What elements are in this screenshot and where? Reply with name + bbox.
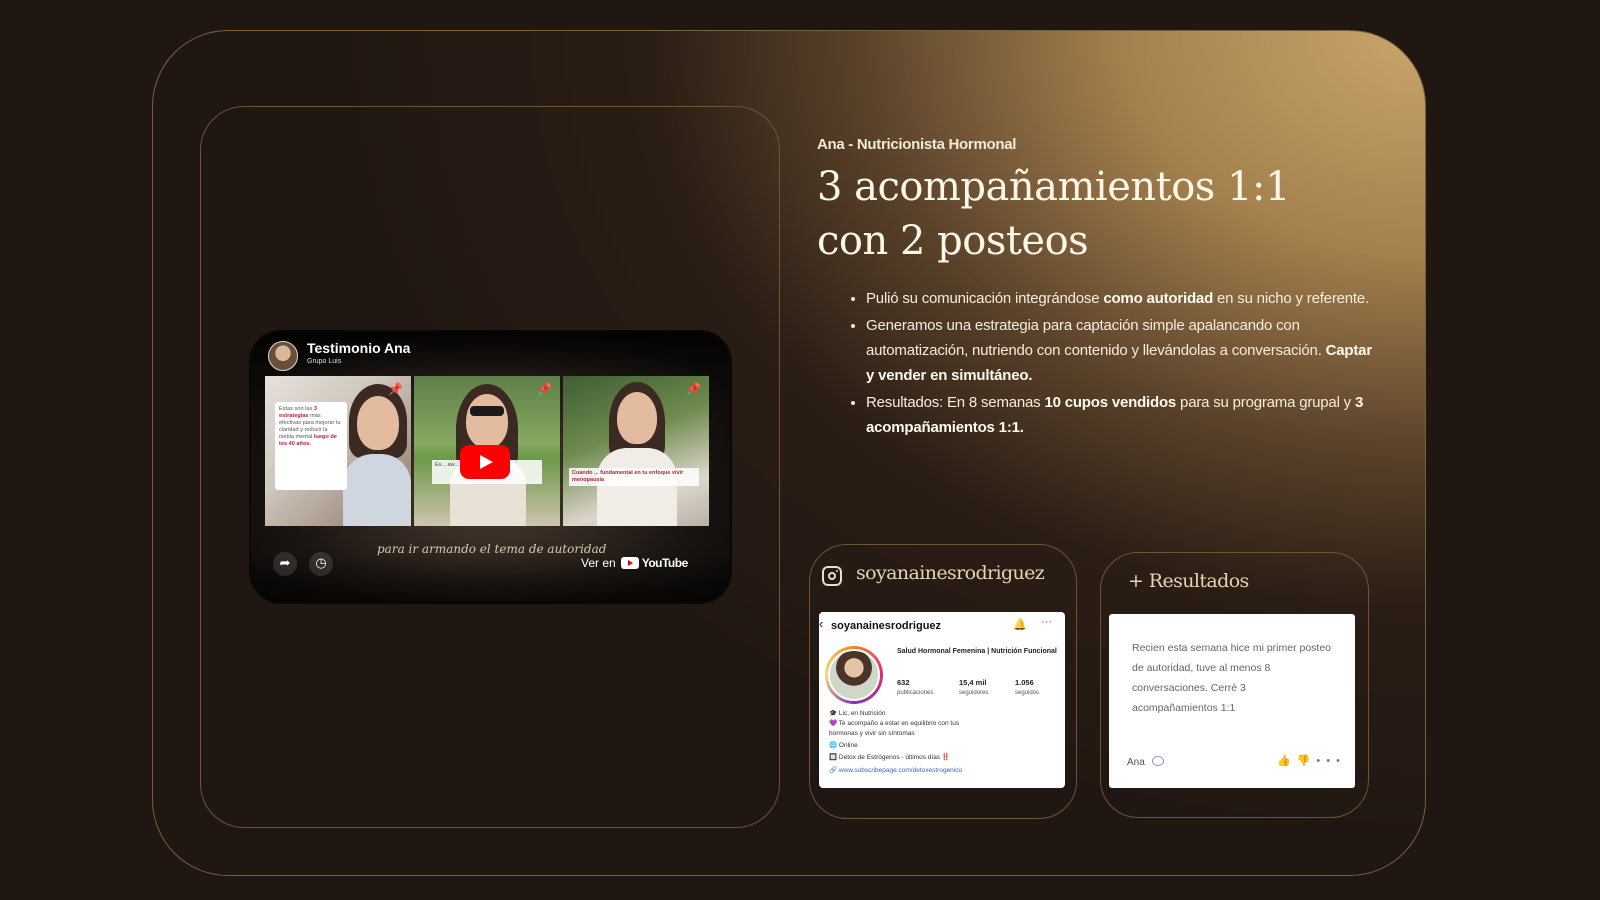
bullet-item: Generamos una estrategia para captación … <box>866 313 1376 388</box>
person-face <box>617 392 657 444</box>
watch-later-icon[interactable]: ◷ <box>309 552 333 576</box>
stat-posts: 632 publicaciones <box>897 678 934 696</box>
youtube-logo-icon <box>620 557 639 569</box>
pin-icon: 📌 <box>388 382 403 396</box>
bio-link: 🔗 www.subscribepage.com/detoxestrogenico <box>829 767 963 774</box>
channel-name[interactable]: Grupo Luis <box>307 358 341 365</box>
channel-avatar[interactable] <box>268 341 298 371</box>
stat-followers: 15,4 mil seguidores <box>959 678 989 696</box>
instagram-handle[interactable]: soyanainesrodriguez <box>856 562 1045 584</box>
more-icon: ••• <box>1316 755 1346 767</box>
back-arrow-icon: ‹ <box>819 616 824 631</box>
bio-line: 💜 Te acompaño a estar en equilibrio con … <box>829 720 960 727</box>
testimonial-message: Recien esta semana hice mi primer posteo… <box>1132 642 1332 714</box>
instagram-profile-screenshot: ‹ soyanainesrodriguez 🔔 ··· Salud Hormon… <box>819 612 1065 788</box>
comment-actions: 👍👎••• <box>1277 754 1346 767</box>
person-shirt <box>343 454 411 526</box>
pin-icon: 📌 <box>537 382 552 396</box>
link-icon: 🔗 <box>829 767 839 774</box>
watch-on-youtube-link[interactable]: Ver en YouTube <box>581 556 688 570</box>
more-icon: ··· <box>1041 616 1052 628</box>
play-button[interactable] <box>460 445 510 479</box>
watch-on-label: Ver en <box>581 556 616 570</box>
thumbs-down-icon: 👎 <box>1296 755 1317 767</box>
bio-line: 🎓 Lic. en Nutrición <box>829 710 886 717</box>
results-bullet-list: Pulió su comunicación integrándose como … <box>844 286 1376 442</box>
bio-line: hormonas y vivir sin síntomas <box>829 730 915 737</box>
reply-icon <box>1151 756 1164 766</box>
comment-author: Ana <box>1127 757 1145 768</box>
video-thumbnail-1: Estas son las 3 estrategias más efectiva… <box>265 376 411 526</box>
video-title[interactable]: Testimonio Ana <box>307 340 410 356</box>
video-caption: para ir armando el tema de autoridad <box>377 542 607 556</box>
youtube-wordmark: YouTube <box>641 556 689 570</box>
youtube-embed[interactable]: Estas son las 3 estrategias más efectiva… <box>251 332 730 602</box>
bio-line: 🌐 Online <box>829 742 858 749</box>
testimonial-comment-screenshot: Recien esta semana hice mi primer posteo… <box>1109 614 1355 788</box>
bio-line: 🔲 Detox de Estrógenos - últimos días ‼️ <box>829 754 950 761</box>
instagram-icon <box>822 566 842 586</box>
sunglasses <box>470 406 504 416</box>
person-face <box>466 394 508 448</box>
person-face <box>357 396 399 450</box>
thumbs-up-icon: 👍 <box>1277 755 1297 767</box>
client-label: Ana - Nutricionista Hormonal <box>817 136 1017 153</box>
thumbnail-caption: Cuando ... fundamental en tu enfoque viv… <box>569 468 699 486</box>
strategy-note-card: Estas son las 3 estrategias más efectiva… <box>275 402 347 490</box>
note-line: Estas son las <box>279 406 313 412</box>
case-headline: 3 acompañamientos 1:1 con 2 posteos <box>817 164 1290 264</box>
results-title: + Resultados <box>1128 570 1249 592</box>
comment-footer: Ana <box>1127 756 1164 768</box>
stat-following: 1.056 seguidos <box>1015 678 1040 696</box>
video-thumbnail-3: Cuando ... fundamental en tu enfoque viv… <box>563 376 709 526</box>
profile-username: soyanainesrodriguez <box>831 620 942 632</box>
bullet-item: Pulió su comunicación integrándose como … <box>866 286 1376 311</box>
bullet-item: Resultados: En 8 semanas 10 cupos vendid… <box>866 390 1376 440</box>
profile-category: Salud Hormonal Femenina | Nutrición Func… <box>897 648 1057 655</box>
share-icon[interactable]: ➦ <box>273 552 297 576</box>
bell-icon: 🔔 <box>1013 619 1027 631</box>
pin-icon: 📌 <box>686 382 701 396</box>
person-shirt <box>597 448 677 526</box>
profile-avatar <box>825 646 883 704</box>
